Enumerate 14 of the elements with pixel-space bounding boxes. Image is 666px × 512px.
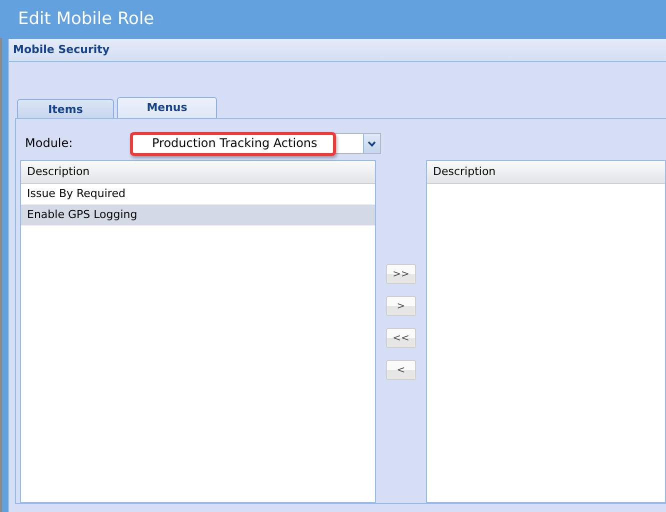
- chevron-down-icon[interactable]: [363, 134, 380, 152]
- move-button[interactable]: <<: [386, 328, 416, 348]
- module-dropdown[interactable]: Production Tracking Actions: [130, 132, 381, 154]
- tab[interactable]: Menus: [117, 97, 217, 118]
- field-label: Module:: [24, 136, 74, 150]
- window-title: Edit Mobile Role: [17, 8, 156, 31]
- move-button[interactable]: <: [386, 360, 416, 380]
- column-header[interactable]: Description: [21, 161, 375, 184]
- column-header[interactable]: Description: [427, 161, 665, 184]
- list-row[interactable]: Enable GPS Logging: [21, 205, 375, 226]
- move-button[interactable]: >: [386, 296, 416, 316]
- move-button[interactable]: >>: [386, 264, 416, 284]
- panel-title: Mobile Security: [9, 39, 666, 62]
- tab[interactable]: Items: [17, 99, 114, 118]
